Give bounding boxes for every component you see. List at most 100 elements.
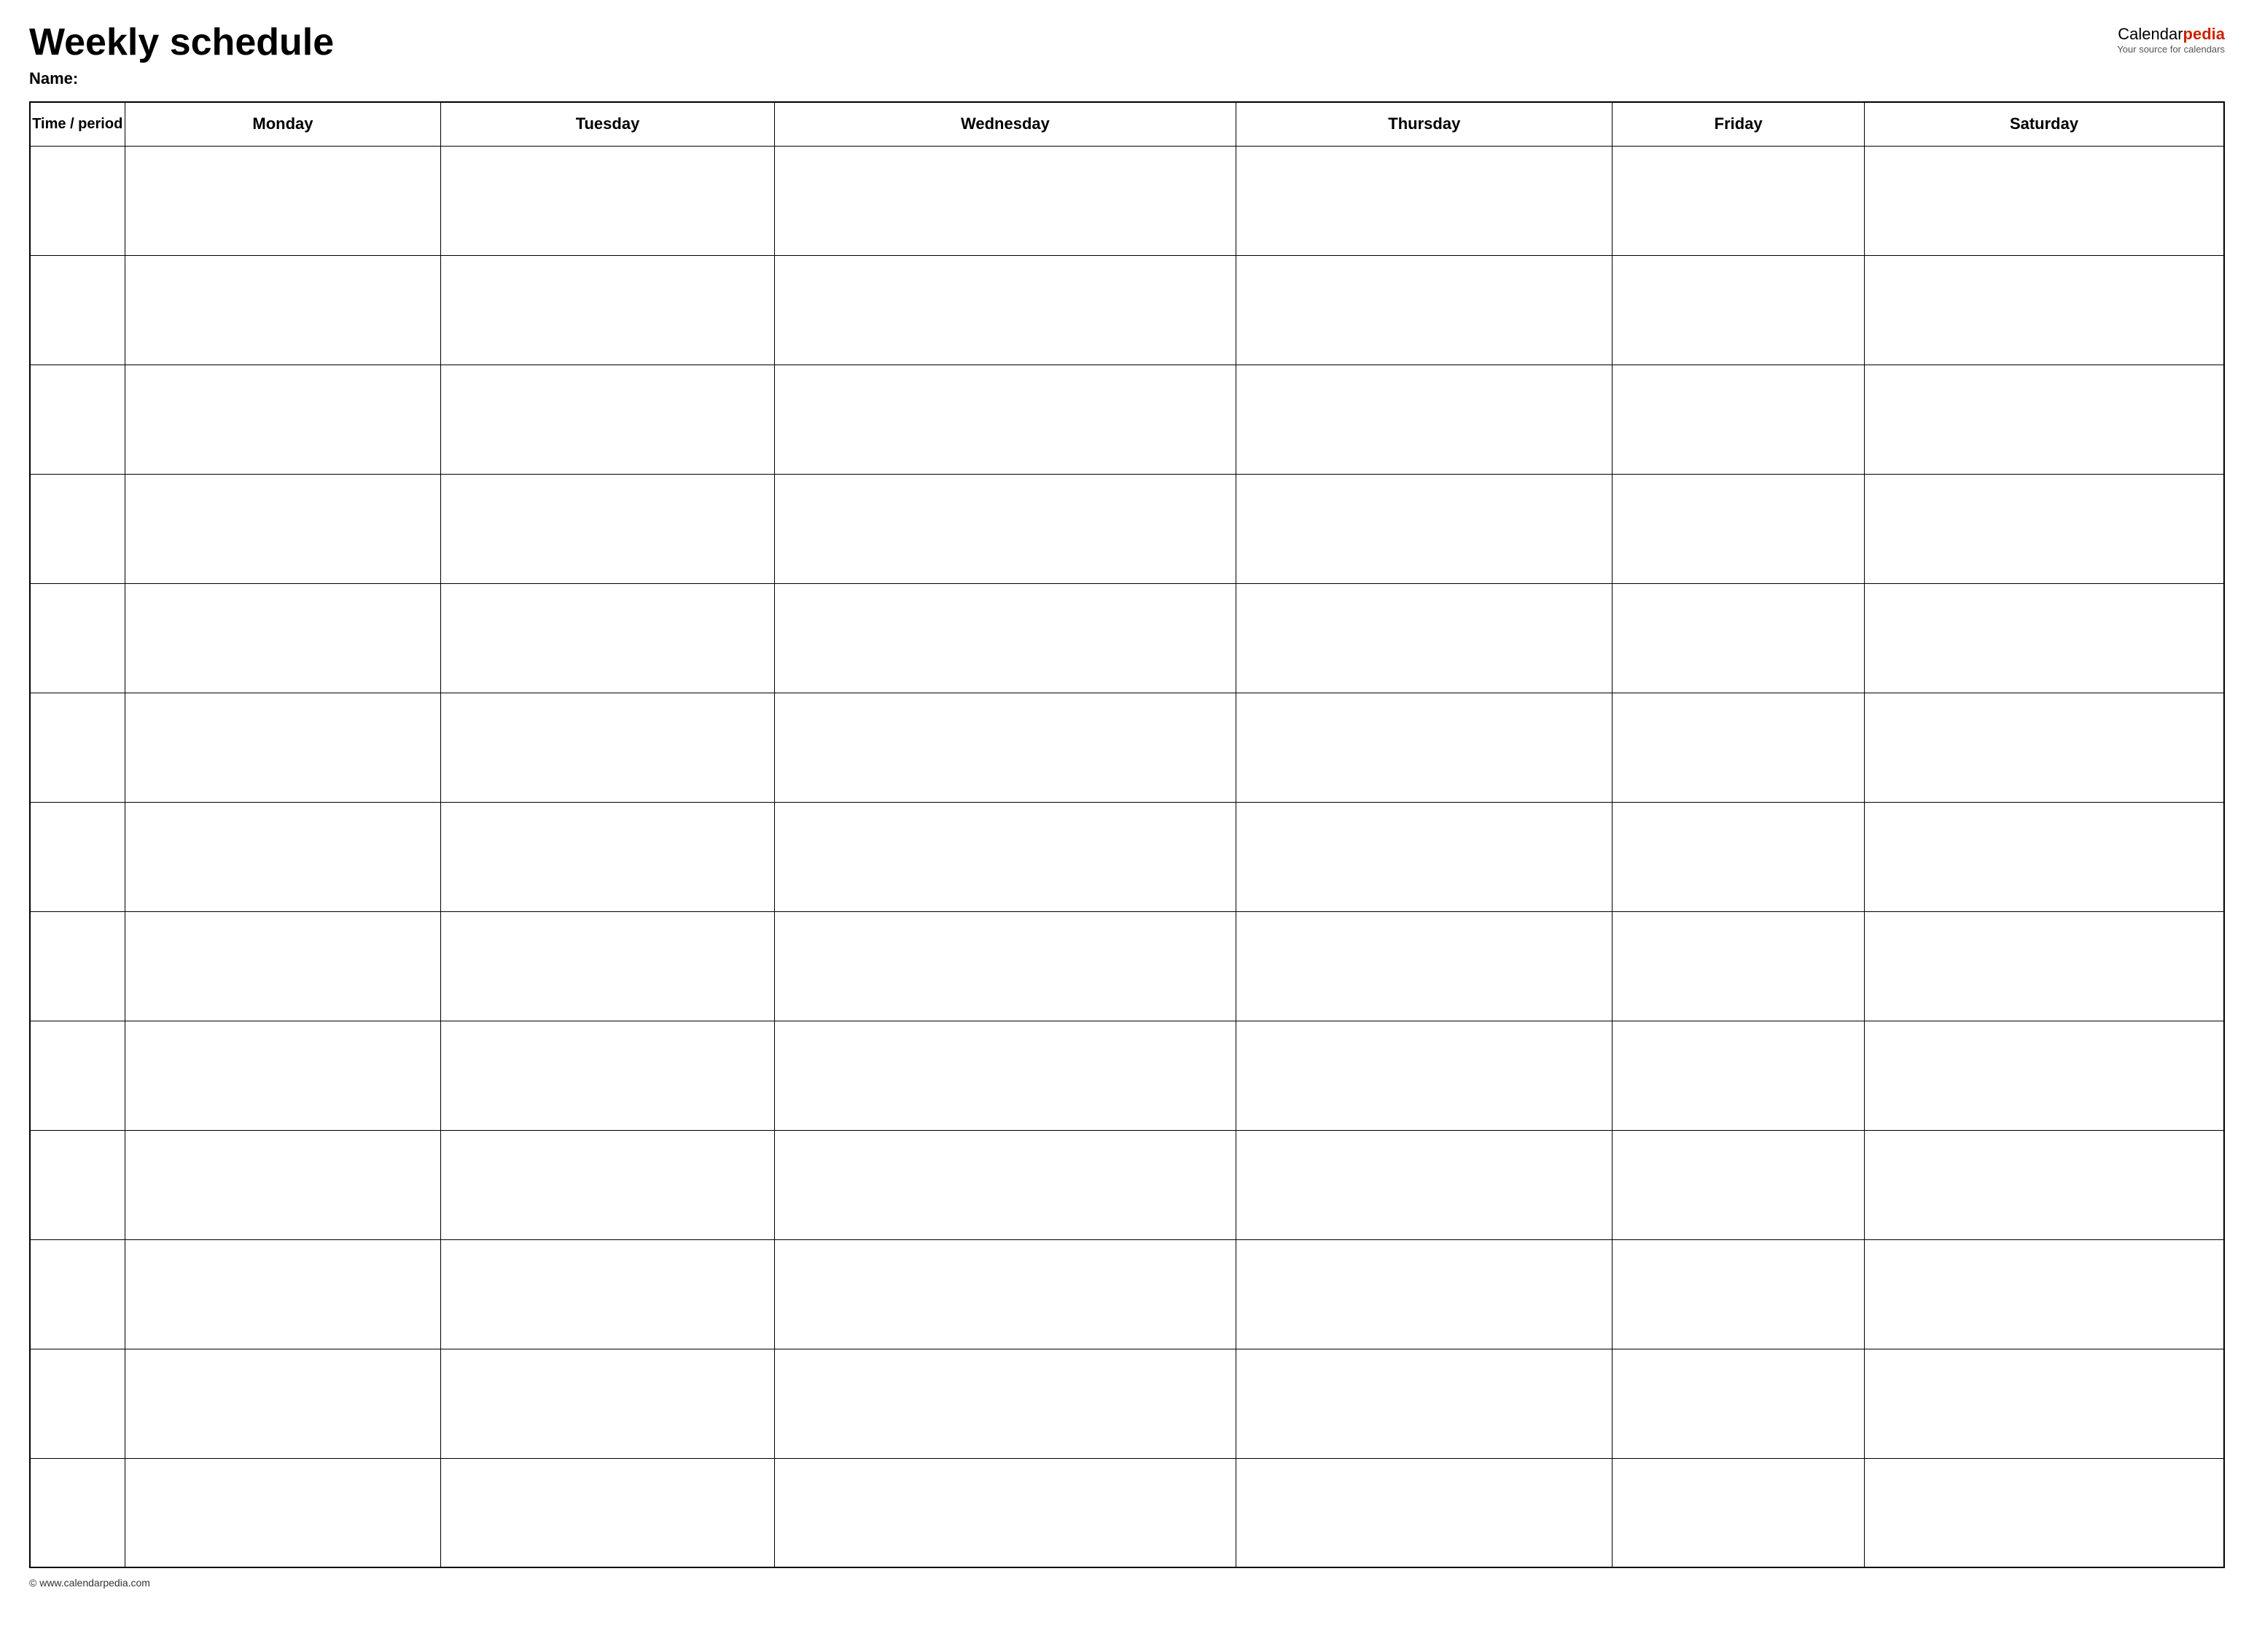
logo: Calendarpedia Your source for calendars bbox=[2117, 25, 2225, 55]
day-cell bbox=[1236, 474, 1612, 583]
day-cell bbox=[125, 1130, 441, 1239]
day-cell bbox=[1612, 802, 1865, 911]
table-row bbox=[30, 802, 2224, 911]
day-cell bbox=[1865, 1239, 2224, 1349]
day-cell bbox=[125, 802, 441, 911]
day-cell bbox=[774, 693, 1236, 802]
day-cell bbox=[441, 1458, 774, 1567]
day-cell bbox=[1612, 911, 1865, 1021]
table-row bbox=[30, 1130, 2224, 1239]
day-cell bbox=[1236, 1239, 1612, 1349]
footer-url: © www.calendarpedia.com bbox=[29, 1577, 2225, 1589]
day-cell bbox=[441, 255, 774, 365]
day-cell bbox=[441, 474, 774, 583]
day-cell bbox=[1236, 365, 1612, 474]
day-cell bbox=[1236, 802, 1612, 911]
day-cell bbox=[441, 365, 774, 474]
logo-subtitle: Your source for calendars bbox=[2117, 44, 2225, 55]
col-header-tuesday: Tuesday bbox=[441, 102, 774, 146]
time-cell bbox=[30, 474, 125, 583]
time-cell bbox=[30, 1239, 125, 1349]
col-header-friday: Friday bbox=[1612, 102, 1865, 146]
day-cell bbox=[441, 1130, 774, 1239]
table-row bbox=[30, 1349, 2224, 1458]
day-cell bbox=[1236, 255, 1612, 365]
time-cell bbox=[30, 583, 125, 693]
day-cell bbox=[441, 1239, 774, 1349]
day-cell bbox=[1612, 583, 1865, 693]
day-cell bbox=[774, 1349, 1236, 1458]
time-cell bbox=[30, 1458, 125, 1567]
table-header-row: Time / period Monday Tuesday Wednesday T… bbox=[30, 102, 2224, 146]
day-cell bbox=[1236, 693, 1612, 802]
day-cell bbox=[1865, 146, 2224, 255]
day-cell bbox=[125, 1458, 441, 1567]
table-row bbox=[30, 365, 2224, 474]
day-cell bbox=[1612, 1021, 1865, 1130]
table-row bbox=[30, 693, 2224, 802]
day-cell bbox=[1865, 365, 2224, 474]
day-cell bbox=[125, 1021, 441, 1130]
table-row bbox=[30, 146, 2224, 255]
day-cell bbox=[1612, 474, 1865, 583]
col-header-saturday: Saturday bbox=[1865, 102, 2224, 146]
day-cell bbox=[441, 1021, 774, 1130]
day-cell bbox=[125, 1349, 441, 1458]
logo-text: Calendarpedia bbox=[2118, 25, 2225, 43]
time-cell bbox=[30, 693, 125, 802]
day-cell bbox=[1236, 1130, 1612, 1239]
time-cell bbox=[30, 365, 125, 474]
day-cell bbox=[1612, 693, 1865, 802]
table-row bbox=[30, 1458, 2224, 1567]
time-cell bbox=[30, 911, 125, 1021]
day-cell bbox=[774, 1458, 1236, 1567]
day-cell bbox=[441, 146, 774, 255]
day-cell bbox=[441, 693, 774, 802]
col-header-monday: Monday bbox=[125, 102, 441, 146]
day-cell bbox=[125, 911, 441, 1021]
day-cell bbox=[774, 474, 1236, 583]
day-cell bbox=[774, 802, 1236, 911]
day-cell bbox=[441, 583, 774, 693]
time-cell bbox=[30, 802, 125, 911]
day-cell bbox=[1865, 1349, 2224, 1458]
table-row bbox=[30, 474, 2224, 583]
day-cell bbox=[1236, 911, 1612, 1021]
day-cell bbox=[1865, 1458, 2224, 1567]
col-header-time: Time / period bbox=[30, 102, 125, 146]
day-cell bbox=[1236, 1458, 1612, 1567]
day-cell bbox=[125, 365, 441, 474]
day-cell bbox=[774, 911, 1236, 1021]
time-cell bbox=[30, 146, 125, 255]
name-label: Name: bbox=[29, 69, 2225, 88]
day-cell bbox=[774, 583, 1236, 693]
logo-calendar: Calendar bbox=[2118, 25, 2183, 43]
day-cell bbox=[1612, 365, 1865, 474]
day-cell bbox=[441, 1349, 774, 1458]
schedule-table: Time / period Monday Tuesday Wednesday T… bbox=[29, 101, 2225, 1568]
day-cell bbox=[774, 1021, 1236, 1130]
day-cell bbox=[1612, 1349, 1865, 1458]
day-cell bbox=[774, 1239, 1236, 1349]
day-cell bbox=[1865, 474, 2224, 583]
table-row bbox=[30, 583, 2224, 693]
day-cell bbox=[1612, 146, 1865, 255]
day-cell bbox=[1865, 583, 2224, 693]
day-cell bbox=[125, 693, 441, 802]
page-header: Weekly schedule Calendarpedia Your sourc… bbox=[29, 22, 2225, 63]
day-cell bbox=[125, 146, 441, 255]
time-cell bbox=[30, 1021, 125, 1130]
table-row bbox=[30, 911, 2224, 1021]
day-cell bbox=[1865, 911, 2224, 1021]
day-cell bbox=[1236, 583, 1612, 693]
day-cell bbox=[1236, 146, 1612, 255]
time-cell bbox=[30, 1130, 125, 1239]
table-row bbox=[30, 1021, 2224, 1130]
day-cell bbox=[125, 474, 441, 583]
day-cell bbox=[1612, 1239, 1865, 1349]
day-cell bbox=[1865, 693, 2224, 802]
day-cell bbox=[1236, 1021, 1612, 1130]
day-cell bbox=[774, 255, 1236, 365]
day-cell bbox=[1865, 802, 2224, 911]
day-cell bbox=[774, 365, 1236, 474]
